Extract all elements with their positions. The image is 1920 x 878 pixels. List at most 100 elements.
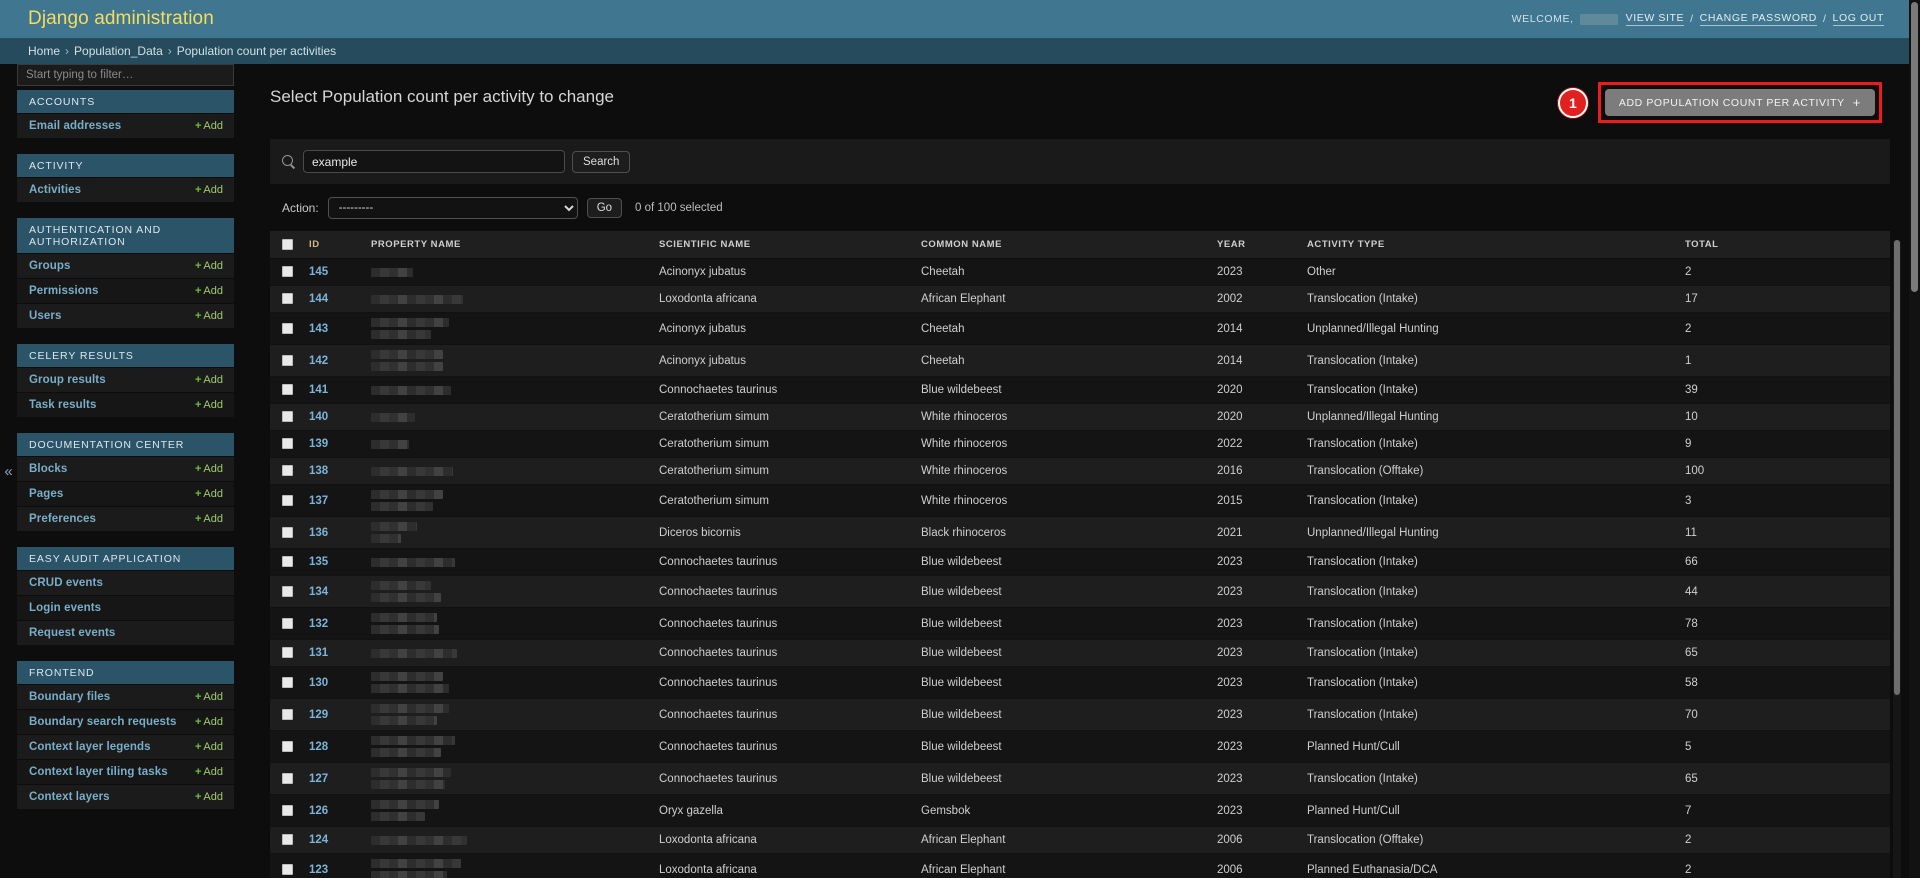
column-header-id-link[interactable]: ID — [309, 239, 320, 250]
row-id-link[interactable]: 132 — [309, 618, 328, 630]
row-select-checkbox[interactable] — [282, 384, 293, 396]
row-select-checkbox[interactable] — [282, 465, 293, 477]
sidebar-item-request-events[interactable]: Request events — [17, 620, 234, 645]
sidebar-item-activities[interactable]: Activities + Add — [17, 177, 234, 202]
row-select-checkbox[interactable] — [282, 494, 293, 506]
row-id-link[interactable]: 128 — [309, 741, 328, 753]
sidebar-item-users[interactable]: Users + Add — [17, 303, 234, 328]
column-header-activity-type-link[interactable]: ACTIVITY TYPE — [1307, 239, 1385, 250]
row-id-link[interactable]: 139 — [309, 438, 328, 450]
row-id-link[interactable]: 126 — [309, 805, 328, 817]
sidebar-item-label[interactable]: Permissions — [29, 285, 99, 297]
row-id-link[interactable]: 131 — [309, 647, 328, 659]
row-select-checkbox[interactable] — [282, 863, 293, 875]
row-id-link[interactable]: 129 — [309, 709, 328, 721]
sidebar-add-link[interactable]: + Add — [195, 285, 223, 297]
sidebar-item-label[interactable]: Boundary search requests — [29, 716, 176, 728]
select-all-checkbox[interactable] — [282, 239, 293, 250]
sidebar-add-link[interactable]: + Add — [195, 310, 223, 322]
sidebar-add-link[interactable]: + Add — [195, 260, 223, 272]
sidebar-item-groups[interactable]: Groups + Add — [17, 253, 234, 278]
sidebar-add-link[interactable]: + Add — [195, 716, 223, 728]
row-id-link[interactable]: 136 — [309, 527, 328, 539]
sidebar-item-group-results[interactable]: Group results + Add — [17, 367, 234, 392]
row-select-checkbox[interactable] — [282, 322, 293, 334]
sidebar-item-boundary-files[interactable]: Boundary files + Add — [17, 684, 234, 709]
sidebar-add-link[interactable]: + Add — [195, 791, 223, 803]
sidebar-item-label[interactable]: Blocks — [29, 463, 67, 475]
column-header-activity-type[interactable]: ACTIVITY TYPE — [1297, 231, 1675, 260]
row-id-link[interactable]: 144 — [309, 293, 328, 305]
sidebar-item-context-layer-tiling-tasks[interactable]: Context layer tiling tasks + Add — [17, 759, 234, 784]
row-select-checkbox[interactable] — [282, 708, 293, 720]
column-header-property-name[interactable]: PROPERTY NAME — [361, 231, 649, 260]
changelist-scrollbar-thumb[interactable] — [1894, 240, 1900, 695]
sidebar-add-link[interactable]: + Add — [195, 374, 223, 386]
sidebar-item-blocks[interactable]: Blocks + Add — [17, 456, 234, 481]
view-site-link[interactable]: VIEW SITE — [1625, 12, 1685, 26]
row-select-checkbox[interactable] — [282, 647, 293, 659]
sidebar-add-link[interactable]: + Add — [195, 184, 223, 196]
sidebar-item-label[interactable]: Users — [29, 310, 61, 322]
action-go-button[interactable]: Go — [586, 198, 623, 218]
column-header-common-name-link[interactable]: COMMON NAME — [921, 239, 1002, 250]
row-select-checkbox[interactable] — [282, 266, 293, 278]
sidebar-add-link[interactable]: + Add — [195, 399, 223, 411]
page-scrollbar[interactable] — [1909, 0, 1920, 878]
row-select-checkbox[interactable] — [282, 834, 293, 846]
sidebar-item-label[interactable]: Activities — [29, 184, 81, 196]
row-select-checkbox[interactable] — [282, 438, 293, 450]
column-header-year-link[interactable]: YEAR — [1217, 239, 1246, 250]
sidebar-item-label[interactable]: Pages — [29, 488, 63, 500]
sidebar-item-label[interactable]: Email addresses — [29, 120, 121, 132]
sidebar-item-label[interactable]: Groups — [29, 260, 71, 272]
row-select-checkbox[interactable] — [282, 293, 293, 305]
column-header-total[interactable]: TOTAL — [1675, 231, 1890, 260]
sidebar-item-label[interactable]: Login events — [29, 602, 101, 614]
sidebar-item-context-layers[interactable]: Context layers + Add — [17, 784, 234, 809]
row-id-link[interactable]: 134 — [309, 586, 328, 598]
row-id-link[interactable]: 138 — [309, 465, 328, 477]
sidebar-item-context-layer-legends[interactable]: Context layer legends + Add — [17, 734, 234, 759]
breadcrumb-home[interactable]: Home — [28, 44, 60, 58]
site-title-link[interactable]: Django administration — [28, 8, 214, 29]
sidebar-collapse-icon[interactable]: « — [0, 64, 17, 878]
row-id-link[interactable]: 123 — [309, 864, 328, 876]
sidebar-add-link[interactable]: + Add — [195, 463, 223, 475]
row-id-link[interactable]: 142 — [309, 355, 328, 367]
column-header-common-name[interactable]: COMMON NAME — [911, 231, 1207, 260]
sidebar-add-link[interactable]: + Add — [195, 691, 223, 703]
sidebar-item-label[interactable]: Context layers — [29, 791, 110, 803]
row-id-link[interactable]: 140 — [309, 411, 328, 423]
row-select-checkbox[interactable] — [282, 804, 293, 816]
row-id-link[interactable]: 130 — [309, 677, 328, 689]
sidebar-item-pages[interactable]: Pages + Add — [17, 481, 234, 506]
sidebar-item-email-addresses[interactable]: Email addresses + Add — [17, 113, 234, 138]
column-header-year[interactable]: YEAR — [1207, 231, 1297, 260]
sidebar-item-preferences[interactable]: Preferences + Add — [17, 506, 234, 531]
action-select[interactable]: --------- — [327, 197, 578, 219]
sidebar-add-link[interactable]: + Add — [195, 513, 223, 525]
sidebar-item-permissions[interactable]: Permissions + Add — [17, 278, 234, 303]
row-select-checkbox[interactable] — [282, 556, 293, 568]
change-password-link[interactable]: CHANGE PASSWORD — [1699, 12, 1817, 26]
row-id-link[interactable]: 127 — [309, 773, 328, 785]
sidebar-add-link[interactable]: + Add — [195, 120, 223, 132]
row-id-link[interactable]: 141 — [309, 384, 328, 396]
sidebar-item-boundary-search-requests[interactable]: Boundary search requests + Add — [17, 709, 234, 734]
row-id-link[interactable]: 137 — [309, 495, 328, 507]
sidebar-item-label[interactable]: Preferences — [29, 513, 96, 525]
row-select-checkbox[interactable] — [282, 585, 293, 597]
row-id-link[interactable]: 145 — [309, 266, 328, 278]
column-header-scientific-name[interactable]: SCIENTIFIC NAME — [649, 231, 911, 260]
row-select-checkbox[interactable] — [282, 676, 293, 688]
sidebar-item-label[interactable]: Context layer legends — [29, 741, 151, 753]
column-header-id[interactable]: ID — [299, 231, 361, 260]
row-select-checkbox[interactable] — [282, 772, 293, 784]
log-out-link[interactable]: LOG OUT — [1832, 12, 1884, 26]
changelist-scrollbar[interactable] — [1893, 240, 1901, 878]
row-id-link[interactable]: 135 — [309, 556, 328, 568]
row-select-checkbox[interactable] — [282, 740, 293, 752]
sidebar-add-link[interactable]: + Add — [195, 488, 223, 500]
breadcrumb-app[interactable]: Population_Data — [74, 44, 163, 58]
